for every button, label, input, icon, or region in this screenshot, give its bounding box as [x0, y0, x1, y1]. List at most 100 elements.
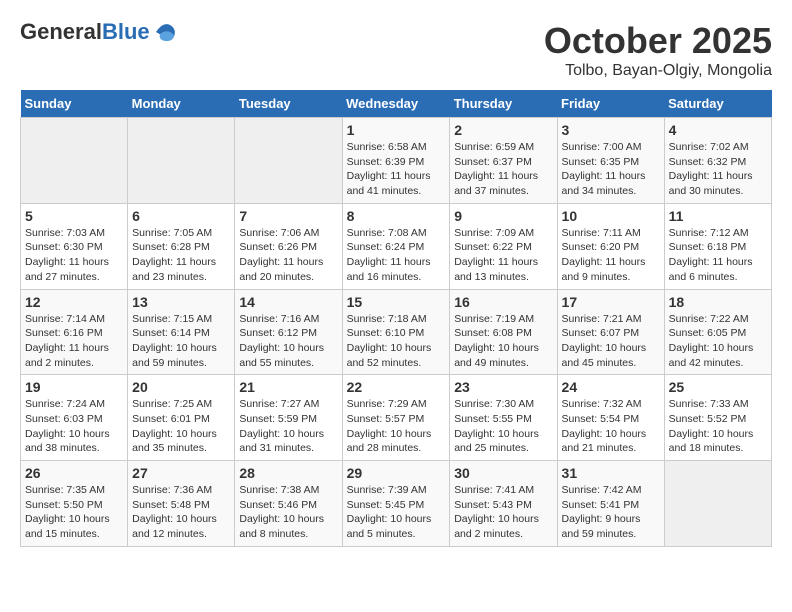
day-info: Sunrise: 7:06 AM Sunset: 6:26 PM Dayligh…: [239, 226, 337, 285]
day-info: Sunrise: 7:19 AM Sunset: 6:08 PM Dayligh…: [454, 312, 552, 371]
logo-general-text: General: [20, 19, 102, 44]
day-number: 14: [239, 294, 337, 310]
day-number: 8: [347, 208, 446, 224]
calendar-cell: 10 Sunrise: 7:11 AM Sunset: 6:20 PM Dayli…: [557, 203, 664, 289]
day-number: 21: [239, 379, 337, 395]
day-info: Sunrise: 7:11 AM Sunset: 6:20 PM Dayligh…: [562, 226, 660, 285]
day-number: 2: [454, 122, 552, 138]
day-number: 18: [669, 294, 767, 310]
title-block: October 2025 Tolbo, Bayan-Olgiy, Mongoli…: [544, 20, 772, 80]
day-info: Sunrise: 7:24 AM Sunset: 6:03 PM Dayligh…: [25, 397, 123, 456]
day-info: Sunrise: 7:00 AM Sunset: 6:35 PM Dayligh…: [562, 140, 660, 199]
day-info: Sunrise: 7:42 AM Sunset: 5:41 PM Dayligh…: [562, 483, 660, 542]
day-number: 13: [132, 294, 230, 310]
day-info: Sunrise: 6:58 AM Sunset: 6:39 PM Dayligh…: [347, 140, 446, 199]
calendar-cell: 18 Sunrise: 7:22 AM Sunset: 6:05 PM Dayli…: [664, 289, 771, 375]
calendar-cell: 4 Sunrise: 7:02 AM Sunset: 6:32 PM Daylig…: [664, 118, 771, 204]
day-number: 6: [132, 208, 230, 224]
day-info: Sunrise: 7:30 AM Sunset: 5:55 PM Dayligh…: [454, 397, 552, 456]
calendar-cell: 17 Sunrise: 7:21 AM Sunset: 6:07 PM Dayli…: [557, 289, 664, 375]
column-header-wednesday: Wednesday: [342, 90, 450, 118]
calendar-cell: 27 Sunrise: 7:36 AM Sunset: 5:48 PM Dayli…: [128, 461, 235, 547]
calendar-cell: 6 Sunrise: 7:05 AM Sunset: 6:28 PM Daylig…: [128, 203, 235, 289]
calendar-cell: 15 Sunrise: 7:18 AM Sunset: 6:10 PM Dayli…: [342, 289, 450, 375]
calendar-cell: 16 Sunrise: 7:19 AM Sunset: 6:08 PM Dayli…: [450, 289, 557, 375]
day-info: Sunrise: 7:16 AM Sunset: 6:12 PM Dayligh…: [239, 312, 337, 371]
column-header-saturday: Saturday: [664, 90, 771, 118]
day-number: 12: [25, 294, 123, 310]
calendar-cell: 5 Sunrise: 7:03 AM Sunset: 6:30 PM Daylig…: [21, 203, 128, 289]
calendar-week-row: 26 Sunrise: 7:35 AM Sunset: 5:50 PM Dayli…: [21, 461, 772, 547]
day-number: 30: [454, 465, 552, 481]
day-number: 29: [347, 465, 446, 481]
day-number: 22: [347, 379, 446, 395]
day-info: Sunrise: 7:36 AM Sunset: 5:48 PM Dayligh…: [132, 483, 230, 542]
calendar-table: SundayMondayTuesdayWednesdayThursdayFrid…: [20, 90, 772, 547]
calendar-cell: 19 Sunrise: 7:24 AM Sunset: 6:03 PM Dayli…: [21, 375, 128, 461]
day-info: Sunrise: 7:14 AM Sunset: 6:16 PM Dayligh…: [25, 312, 123, 371]
day-number: 26: [25, 465, 123, 481]
day-info: Sunrise: 7:25 AM Sunset: 6:01 PM Dayligh…: [132, 397, 230, 456]
day-number: 11: [669, 208, 767, 224]
calendar-cell: 2Sunrise: 6:59 AM Sunset: 6:37 PM Daylig…: [450, 118, 557, 204]
calendar-cell: [128, 118, 235, 204]
calendar-cell: 25 Sunrise: 7:33 AM Sunset: 5:52 PM Dayli…: [664, 375, 771, 461]
calendar-cell: 13Sunrise: 7:15 AM Sunset: 6:14 PM Dayli…: [128, 289, 235, 375]
calendar-cell: 28 Sunrise: 7:38 AM Sunset: 5:46 PM Dayli…: [235, 461, 342, 547]
day-number: 7: [239, 208, 337, 224]
day-info: Sunrise: 7:35 AM Sunset: 5:50 PM Dayligh…: [25, 483, 123, 542]
day-info: Sunrise: 7:08 AM Sunset: 6:24 PM Dayligh…: [347, 226, 446, 285]
calendar-week-row: 19 Sunrise: 7:24 AM Sunset: 6:03 PM Dayli…: [21, 375, 772, 461]
logo-icon: [152, 20, 176, 44]
calendar-cell: 7 Sunrise: 7:06 AM Sunset: 6:26 PM Daylig…: [235, 203, 342, 289]
calendar-cell: 20 Sunrise: 7:25 AM Sunset: 6:01 PM Dayli…: [128, 375, 235, 461]
logo-blue-text: Blue: [102, 19, 150, 44]
calendar-cell: 11Sunrise: 7:12 AM Sunset: 6:18 PM Dayli…: [664, 203, 771, 289]
day-number: 3: [562, 122, 660, 138]
calendar-cell: 22 Sunrise: 7:29 AM Sunset: 5:57 PM Dayli…: [342, 375, 450, 461]
day-number: 24: [562, 379, 660, 395]
calendar-header-row: SundayMondayTuesdayWednesdayThursdayFrid…: [21, 90, 772, 118]
page-header: GeneralBlue October 2025 Tolbo, Bayan-Ol…: [20, 20, 772, 80]
day-info: Sunrise: 7:38 AM Sunset: 5:46 PM Dayligh…: [239, 483, 337, 542]
day-number: 5: [25, 208, 123, 224]
day-info: Sunrise: 7:32 AM Sunset: 5:54 PM Dayligh…: [562, 397, 660, 456]
day-number: 27: [132, 465, 230, 481]
day-info: Sunrise: 7:03 AM Sunset: 6:30 PM Dayligh…: [25, 226, 123, 285]
day-info: Sunrise: 7:21 AM Sunset: 6:07 PM Dayligh…: [562, 312, 660, 371]
day-number: 16: [454, 294, 552, 310]
column-header-tuesday: Tuesday: [235, 90, 342, 118]
day-number: 19: [25, 379, 123, 395]
calendar-cell: 9Sunrise: 7:09 AM Sunset: 6:22 PM Daylig…: [450, 203, 557, 289]
day-number: 15: [347, 294, 446, 310]
day-info: Sunrise: 7:29 AM Sunset: 5:57 PM Dayligh…: [347, 397, 446, 456]
day-number: 17: [562, 294, 660, 310]
day-info: Sunrise: 7:39 AM Sunset: 5:45 PM Dayligh…: [347, 483, 446, 542]
day-number: 20: [132, 379, 230, 395]
column-header-friday: Friday: [557, 90, 664, 118]
day-info: Sunrise: 7:05 AM Sunset: 6:28 PM Dayligh…: [132, 226, 230, 285]
day-number: 4: [669, 122, 767, 138]
day-info: Sunrise: 7:41 AM Sunset: 5:43 PM Dayligh…: [454, 483, 552, 542]
day-number: 23: [454, 379, 552, 395]
location: Tolbo, Bayan-Olgiy, Mongolia: [544, 62, 772, 80]
logo: GeneralBlue: [20, 20, 176, 44]
day-number: 28: [239, 465, 337, 481]
day-number: 10: [562, 208, 660, 224]
calendar-cell: 21Sunrise: 7:27 AM Sunset: 5:59 PM Dayli…: [235, 375, 342, 461]
calendar-cell: 1Sunrise: 6:58 AM Sunset: 6:39 PM Daylig…: [342, 118, 450, 204]
column-header-monday: Monday: [128, 90, 235, 118]
day-info: Sunrise: 7:02 AM Sunset: 6:32 PM Dayligh…: [669, 140, 767, 199]
calendar-cell: 26 Sunrise: 7:35 AM Sunset: 5:50 PM Dayli…: [21, 461, 128, 547]
calendar-cell: 3 Sunrise: 7:00 AM Sunset: 6:35 PM Daylig…: [557, 118, 664, 204]
calendar-week-row: 12 Sunrise: 7:14 AM Sunset: 6:16 PM Dayli…: [21, 289, 772, 375]
calendar-cell: 14 Sunrise: 7:16 AM Sunset: 6:12 PM Dayli…: [235, 289, 342, 375]
day-number: 9: [454, 208, 552, 224]
day-info: Sunrise: 7:33 AM Sunset: 5:52 PM Dayligh…: [669, 397, 767, 456]
day-info: Sunrise: 7:18 AM Sunset: 6:10 PM Dayligh…: [347, 312, 446, 371]
day-info: Sunrise: 7:22 AM Sunset: 6:05 PM Dayligh…: [669, 312, 767, 371]
month-title: October 2025: [544, 20, 772, 62]
calendar-cell: 31Sunrise: 7:42 AM Sunset: 5:41 PM Dayli…: [557, 461, 664, 547]
day-number: 25: [669, 379, 767, 395]
calendar-cell: [664, 461, 771, 547]
